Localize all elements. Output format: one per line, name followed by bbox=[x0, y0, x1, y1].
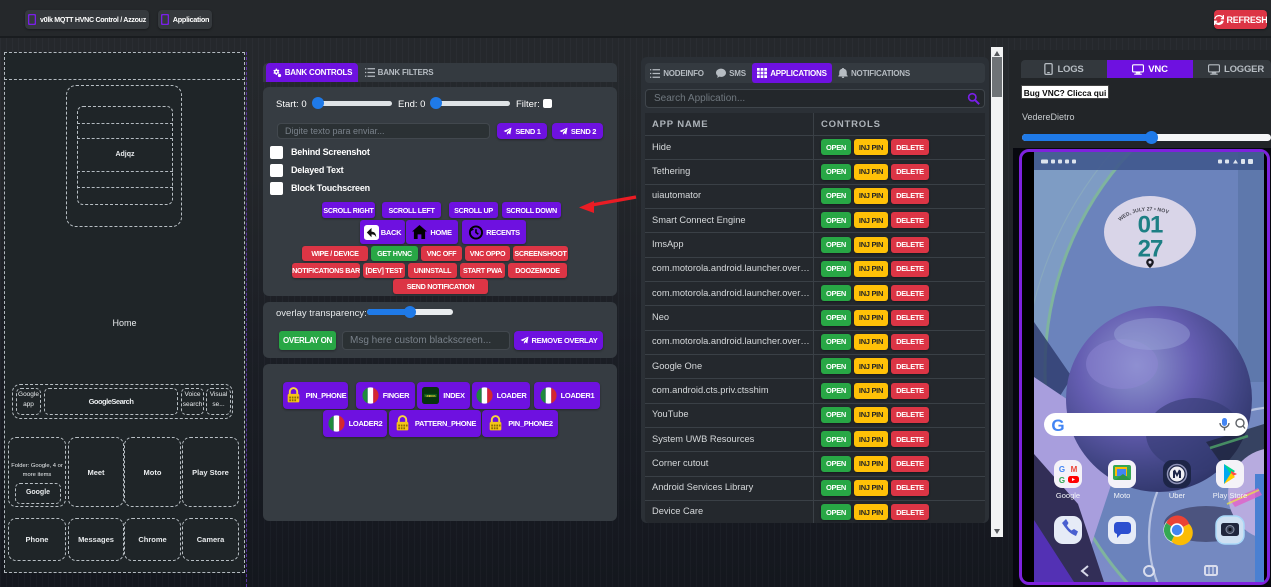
svg-text:Google: Google bbox=[1056, 491, 1080, 500]
svg-text:M: M bbox=[1071, 465, 1078, 474]
svg-text:Moto: Moto bbox=[1114, 491, 1131, 500]
svg-text:Uber: Uber bbox=[1169, 491, 1186, 500]
svg-text:UNIDOS: UNIDOS bbox=[426, 394, 436, 398]
svg-text:G: G bbox=[1059, 476, 1065, 485]
svg-text:G: G bbox=[1059, 465, 1065, 474]
svg-text:Play Store: Play Store bbox=[1213, 491, 1248, 500]
